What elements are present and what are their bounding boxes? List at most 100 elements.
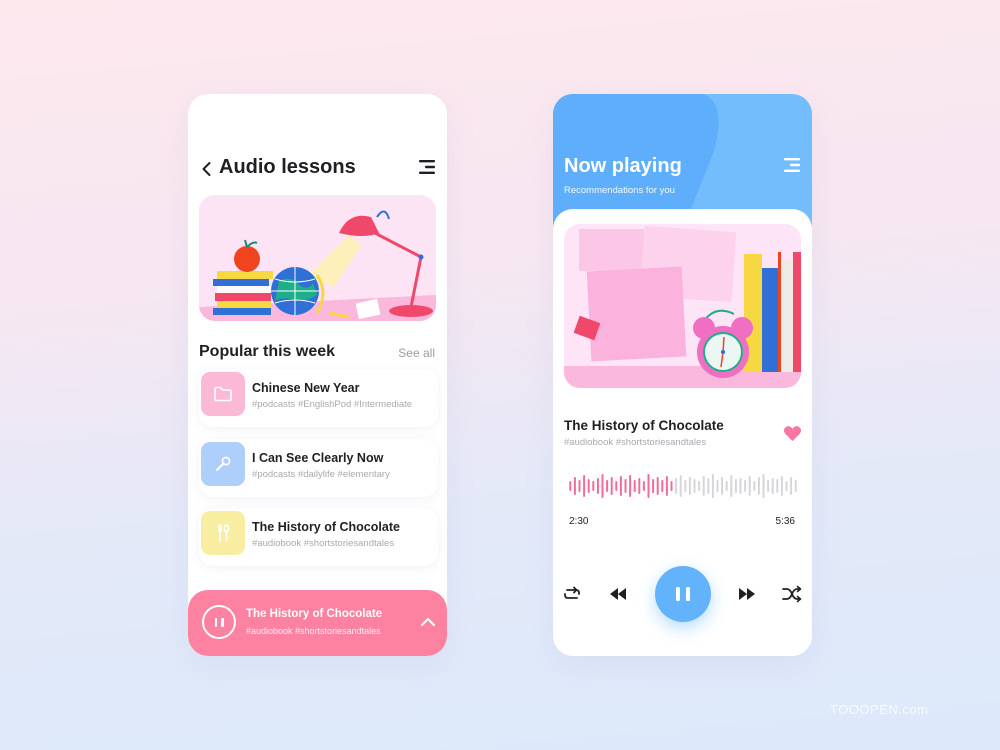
fast-forward-icon[interactable]	[737, 586, 757, 602]
waveform-bar-unplayed	[744, 480, 747, 492]
waveform-bar-played	[619, 476, 622, 496]
mini-player-tags: #audiobook #shortstoriesandtales	[246, 626, 381, 636]
waveform-bar-unplayed	[679, 475, 682, 497]
lesson-item[interactable]: I Can See Clearly Now #podcasts #dailyli…	[199, 439, 438, 497]
menu-icon[interactable]	[783, 157, 801, 173]
waveform-bar-played	[601, 474, 604, 498]
waveform-bar-unplayed	[753, 481, 756, 491]
lesson-tags: #podcasts #dailylife #elementary	[252, 469, 390, 480]
waveform-bar-played	[647, 474, 650, 498]
total-time: 5:36	[775, 516, 795, 527]
waveform-bar-played	[661, 480, 664, 492]
lesson-tags: #audiobook #shortstoriesandtales	[252, 538, 395, 549]
progress-waveform[interactable]	[568, 471, 798, 501]
waveform-bar-played	[573, 477, 576, 495]
waveform-bar-unplayed	[730, 475, 733, 497]
waveform-bar-unplayed	[757, 477, 760, 495]
lesson-item[interactable]: Chinese New Year #podcasts #EnglishPod #…	[199, 369, 438, 427]
rewind-icon[interactable]	[608, 586, 628, 602]
waveform-bar-unplayed	[739, 478, 742, 494]
waveform-bar-unplayed	[711, 474, 714, 498]
waveform-bar-played	[578, 480, 581, 492]
waveform-bar-unplayed	[716, 480, 719, 492]
microphone-icon	[215, 456, 231, 472]
shuffle-icon[interactable]	[782, 585, 802, 603]
waveform-bar-unplayed	[702, 476, 705, 496]
cover-illustration	[564, 224, 801, 388]
now-playing-screen: Now playing Recommendations for you The …	[553, 94, 812, 656]
waveform-bar-unplayed	[688, 477, 691, 495]
waveform-bar-played	[569, 481, 572, 491]
section-title: Popular this week	[199, 343, 336, 360]
player-sheet: The History of Chocolate #audiobook #sho…	[553, 209, 812, 656]
mini-player[interactable]: The History of Chocolate #audiobook #sho…	[188, 590, 447, 656]
waveform-bar-played	[615, 481, 618, 491]
chevron-up-icon[interactable]	[420, 616, 436, 628]
hero-illustration	[199, 195, 436, 321]
waveform-bar-unplayed	[707, 478, 710, 494]
pause-button[interactable]	[202, 605, 236, 639]
waveform-bar-unplayed	[785, 481, 788, 491]
waveform-bar-unplayed	[698, 481, 701, 491]
waveform-bar-played	[670, 481, 673, 491]
page-title: Now playing	[564, 155, 682, 177]
pause-button[interactable]	[655, 566, 711, 622]
waveform-bar-played	[606, 480, 609, 492]
pause-icon	[214, 617, 217, 627]
waveform-bar-unplayed	[794, 480, 797, 492]
repeat-icon[interactable]	[562, 585, 582, 603]
lesson-thumbnail	[201, 372, 245, 416]
waveform-bar-unplayed	[748, 476, 751, 496]
waveform-bar-unplayed	[693, 479, 696, 493]
waveform-bar-unplayed	[780, 476, 783, 496]
cutlery-icon	[218, 524, 230, 542]
waveform-bar-unplayed	[734, 479, 737, 493]
waveform-bar-played	[656, 477, 659, 495]
waveform-bar-played	[633, 480, 636, 492]
current-time: 2:30	[569, 516, 589, 527]
lesson-name: The History of Chocolate	[252, 520, 400, 534]
waveform-bar-played	[629, 475, 632, 497]
waveform-bar-played	[583, 475, 586, 497]
waveform-bar-played	[587, 479, 590, 493]
menu-icon[interactable]	[418, 159, 436, 175]
waveform-bar-played	[642, 481, 645, 491]
pause-icon	[686, 587, 690, 601]
heart-icon[interactable]	[783, 425, 802, 442]
waveform-bar-unplayed	[790, 477, 793, 495]
page-subtitle: Recommendations for you	[564, 185, 675, 196]
track-title: The History of Chocolate	[564, 418, 724, 433]
waveform-bar-unplayed	[684, 480, 687, 492]
waveform-bar-unplayed	[721, 477, 724, 495]
waveform-bar-played	[665, 476, 668, 496]
chevron-left-icon[interactable]	[198, 160, 216, 178]
page-title: Audio lessons	[219, 156, 356, 178]
lesson-thumbnail	[201, 442, 245, 486]
pause-icon	[221, 617, 224, 627]
see-all-link[interactable]: See all	[398, 346, 435, 360]
pause-icon	[676, 587, 680, 601]
lesson-tags: #podcasts #EnglishPod #Intermediate	[252, 399, 413, 410]
waveform-bar-played	[592, 481, 595, 491]
track-tags: #audiobook #shortstoriesandtales	[564, 437, 707, 448]
lesson-name: I Can See Clearly Now	[252, 451, 384, 465]
lesson-name: Chinese New Year	[252, 381, 360, 395]
waveform-bar-unplayed	[675, 478, 678, 494]
lesson-item[interactable]: The History of Chocolate #audiobook #sho…	[199, 508, 438, 566]
waveform-bar-played	[596, 478, 599, 494]
waveform-bar-played	[610, 477, 613, 495]
mini-player-title: The History of Chocolate	[246, 608, 383, 620]
waveform-bar-unplayed	[725, 481, 728, 491]
waveform-bar-played	[638, 478, 641, 494]
waveform-bar-played	[624, 479, 627, 493]
waveform-bar-unplayed	[767, 480, 770, 492]
waveform-bar-unplayed	[776, 479, 779, 493]
audio-lessons-screen: Audio lessons Popular this week See all …	[188, 94, 447, 656]
waveform-bar-unplayed	[771, 478, 774, 494]
header: Audio lessons	[188, 154, 447, 184]
waveform-bar-unplayed	[762, 474, 765, 498]
watermark: TOOOPEN.com	[830, 702, 929, 717]
folder-icon	[214, 386, 232, 402]
waveform-bar-played	[652, 479, 655, 493]
lesson-thumbnail	[201, 511, 245, 555]
